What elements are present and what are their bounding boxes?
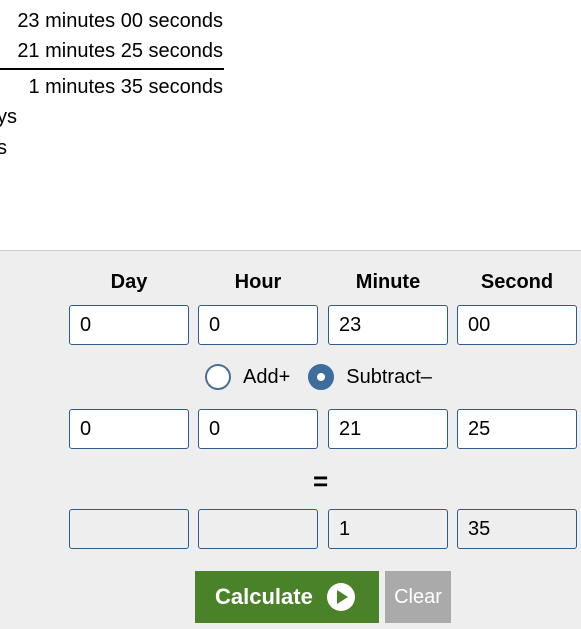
result-minute-output[interactable] (328, 509, 448, 549)
play-icon (326, 583, 355, 611)
operation-radio-group: Add+ Subtract– (205, 363, 450, 391)
second-minute-input[interactable] (328, 409, 448, 449)
second-day-input[interactable] (69, 409, 189, 449)
add-radio-label[interactable]: Add+ (243, 366, 290, 389)
result-line-difference: 1 minutes 35 seconds (28, 76, 223, 98)
hour-header: Hour (234, 271, 282, 293)
day-header: Day (110, 271, 148, 293)
clear-button[interactable]: Clear (385, 571, 451, 623)
result-second-output[interactable] (457, 509, 577, 549)
subtract-radio[interactable] (308, 364, 335, 390)
second-second-input[interactable] (457, 409, 577, 449)
result-fragment-days: ys (0, 106, 17, 128)
first-hour-input[interactable] (198, 305, 318, 345)
first-second-input[interactable] (457, 305, 577, 345)
calculate-button[interactable]: Calculate (195, 571, 379, 623)
second-hour-input[interactable] (198, 409, 318, 449)
add-radio[interactable] (205, 364, 231, 390)
result-line-first-time: 23 minutes 00 seconds (17, 10, 223, 32)
first-minute-input[interactable] (328, 305, 448, 345)
minute-header: Minute (355, 271, 421, 293)
first-day-input[interactable] (69, 305, 189, 345)
calculate-button-label: Calculate (215, 584, 313, 609)
result-hour-output[interactable] (198, 509, 318, 549)
equals-sign: = (313, 466, 329, 496)
result-fragment-seconds: s (0, 137, 7, 159)
result-divider (0, 68, 224, 70)
result-area: 23 minutes 00 seconds 21 minutes 25 seco… (0, 0, 581, 250)
calculator-panel: Day Hour Minute Second Add+ Subtract– = … (0, 250, 581, 629)
subtract-radio-label[interactable]: Subtract– (346, 366, 432, 389)
result-day-output[interactable] (69, 509, 189, 549)
result-line-second-time: 21 minutes 25 seconds (17, 40, 223, 62)
second-header: Second (480, 271, 554, 293)
